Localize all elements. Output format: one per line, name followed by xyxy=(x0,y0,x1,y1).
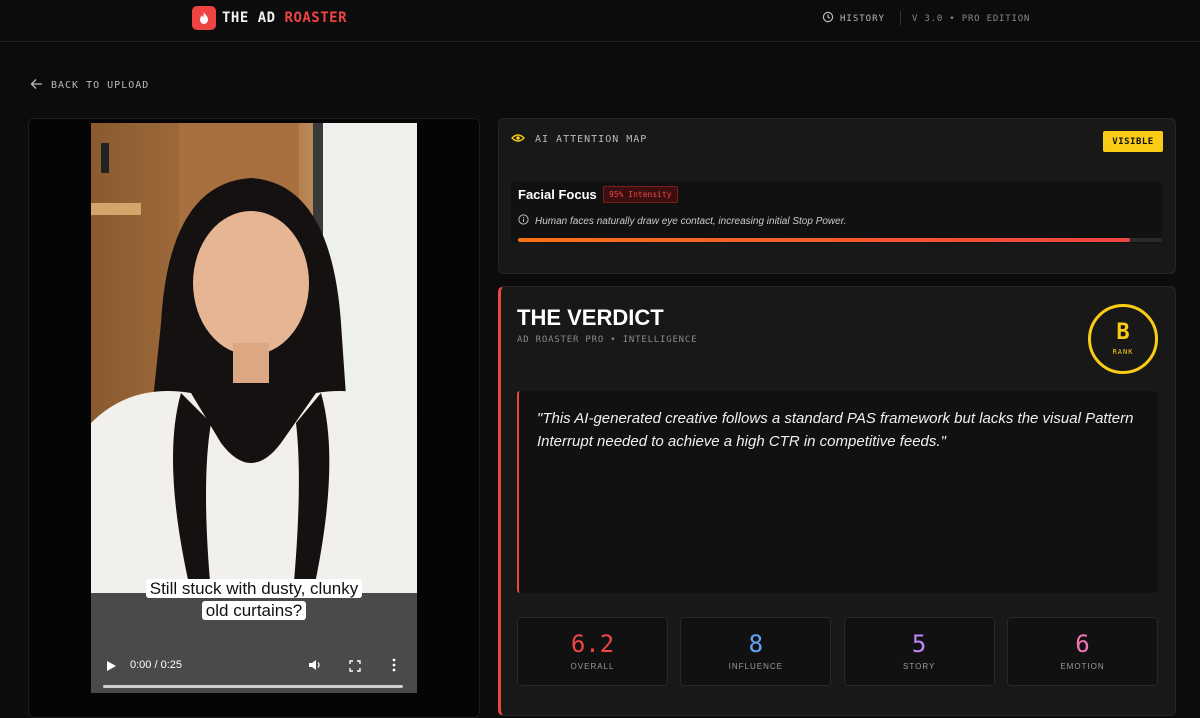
video-player[interactable]: Still stuck with dusty, clunky old curta… xyxy=(91,123,417,693)
metric-value: 6.2 xyxy=(570,630,615,658)
flame-icon xyxy=(192,6,216,30)
metric-influence: 8 INFLUENCE xyxy=(680,617,832,686)
brand[interactable]: THE AD ROASTER xyxy=(192,6,347,30)
metric-label: EMOTION xyxy=(1060,662,1105,671)
more-options-icon[interactable] xyxy=(391,658,397,677)
verdict-quote: "This AI-generated creative follows a st… xyxy=(517,391,1158,593)
fullscreen-icon[interactable] xyxy=(349,659,361,677)
version-label: V 3.0 • PRO EDITION xyxy=(912,14,1031,24)
metric-label: OVERALL xyxy=(570,662,615,671)
focus-note-text: Human faces naturally draw eye contact, … xyxy=(535,215,847,227)
metric-overall: 6.2 OVERALL xyxy=(517,617,668,686)
eye-icon xyxy=(511,133,525,146)
verdict-title: THE VERDICT xyxy=(517,305,664,330)
focus-note: Human faces naturally draw eye contact, … xyxy=(518,214,846,228)
brand-name-white: THE AD xyxy=(222,10,276,26)
info-icon xyxy=(518,214,529,228)
attention-map-panel: AI ATTENTION MAP VISIBLE Facial Focus 95… xyxy=(498,118,1176,274)
back-to-upload-link[interactable]: BACK TO UPLOAD xyxy=(30,78,149,93)
facial-focus-card: Facial Focus 95% Intensity Human faces n… xyxy=(511,181,1162,243)
attention-map-header: AI ATTENTION MAP xyxy=(511,133,647,146)
metric-emotion: 6 EMOTION xyxy=(1006,617,1158,686)
history-icon xyxy=(822,11,834,26)
intensity-bar-fill xyxy=(518,238,1130,242)
rank-letter: B xyxy=(1116,320,1130,345)
subtitle-line-1: Still stuck with dusty, clunky xyxy=(91,579,417,599)
metric-label: INFLUENCE xyxy=(728,662,783,671)
rank-badge: B RANK xyxy=(1088,304,1158,374)
history-label: HISTORY xyxy=(840,13,885,24)
video-time: 0:00 / 0:25 xyxy=(130,659,182,671)
metric-value: 6 xyxy=(1075,630,1090,658)
rank-label: RANK xyxy=(1112,348,1134,356)
video-progress-bar[interactable] xyxy=(103,685,403,688)
score-metrics: 6.2 OVERALL 8 INFLUENCE 5 STORY 6 EMOTIO… xyxy=(517,617,1158,686)
brand-name-red: ROASTER xyxy=(284,10,348,26)
metric-story: 5 STORY xyxy=(843,617,995,686)
focus-title: Facial Focus xyxy=(518,187,597,202)
verdict-subtitle: AD ROASTER PRO • INTELLIGENCE xyxy=(517,335,698,345)
metric-label: STORY xyxy=(903,662,936,671)
back-label: BACK TO UPLOAD xyxy=(51,80,150,91)
video-controls: 0:00 / 0:25 xyxy=(91,649,417,693)
history-button[interactable]: HISTORY xyxy=(822,11,885,26)
play-icon[interactable] xyxy=(105,659,117,677)
verdict-panel: THE VERDICT AD ROASTER PRO • INTELLIGENC… xyxy=(498,286,1176,716)
brand-name: THE AD ROASTER xyxy=(222,10,347,26)
video-panel: Still stuck with dusty, clunky old curta… xyxy=(28,118,480,718)
metric-value: 5 xyxy=(911,630,927,658)
intensity-badge: 95% Intensity xyxy=(603,186,678,203)
subtitle-line-2: old curtains? xyxy=(91,601,417,621)
intensity-bar-track xyxy=(518,238,1162,242)
header-divider xyxy=(900,11,901,25)
volume-icon[interactable] xyxy=(308,658,322,677)
metric-value: 8 xyxy=(748,630,764,658)
arrow-left-icon xyxy=(30,78,43,93)
attention-map-title: AI ATTENTION MAP xyxy=(535,134,648,145)
top-bar: THE AD ROASTER HISTORY V 3.0 • PRO EDITI… xyxy=(0,0,1200,42)
visible-toggle-button[interactable]: VISIBLE xyxy=(1103,131,1163,152)
